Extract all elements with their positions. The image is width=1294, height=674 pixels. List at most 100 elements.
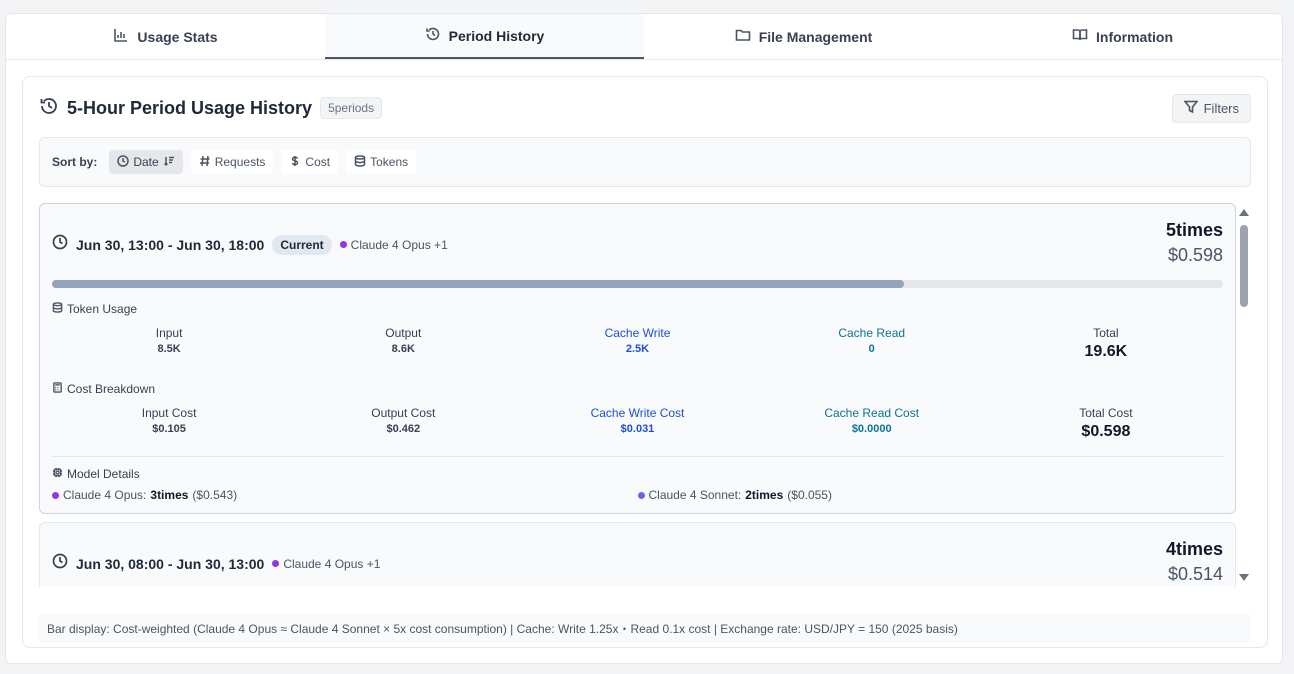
usage-bar [52, 280, 1223, 288]
total-tokens-value: 19.6K [1084, 343, 1128, 360]
input-tokens-label: Input [155, 326, 183, 340]
clock-icon [52, 234, 68, 255]
tab-label: Usage Stats [137, 28, 218, 45]
sort-cost-label: Cost [305, 155, 331, 169]
period-cost: $0.514 [1167, 564, 1223, 584]
total-cost-label: Total Cost [1079, 406, 1133, 420]
output-tokens-label: Output [385, 326, 422, 340]
period-summary: 4times $0.514 [1166, 539, 1223, 585]
sort-tokens-button[interactable]: Tokens [346, 150, 417, 174]
cache-write-cost-cell: Cache Write Cost $0.031 [520, 406, 754, 441]
tab-information[interactable]: Information [963, 14, 1282, 59]
cache-read-tokens-value: 0 [868, 343, 875, 355]
cache-write-tokens-value: 2.5K [625, 343, 650, 355]
token-usage-grid: Input 8.5K Output 8.6K Cache Write 2.5K … [52, 326, 1223, 361]
history-card: 5-Hour Period Usage History 5periods Fil… [22, 76, 1268, 648]
sort-requests-label: Requests [214, 155, 266, 169]
book-icon [1072, 27, 1088, 46]
model-cost: ($0.543) [192, 488, 238, 502]
cache-write-tokens-label: Cache Write [604, 326, 671, 340]
model-name: Claude 4 Sonnet: [648, 488, 742, 502]
divider [52, 456, 1223, 457]
sort-cost-button[interactable]: Cost [281, 150, 339, 174]
history-icon [39, 96, 59, 121]
model-tag: Claude 4 Opus +1 [339, 237, 448, 252]
input-cost-label: Input Cost [141, 406, 197, 420]
sort-date-label: Date [133, 155, 159, 169]
scroll-up-icon[interactable] [1239, 209, 1249, 216]
scroll-down-icon[interactable] [1239, 574, 1249, 581]
sort-bar: Sort by: Date Requests Cost Tokens [39, 137, 1251, 187]
output-tokens-value: 8.6K [391, 343, 415, 355]
filter-icon [1182, 100, 1199, 117]
tab-period-history[interactable]: Period History [325, 14, 644, 59]
token-usage-label: Token Usage [67, 302, 138, 316]
period-times: 4times [1165, 539, 1223, 559]
scrollbar[interactable] [1238, 203, 1250, 587]
model-times: 3times [150, 488, 189, 502]
filters-button[interactable]: Filters [1171, 93, 1251, 123]
input-cost-cell: Input Cost $0.105 [52, 406, 286, 441]
bar-chart-icon [113, 27, 129, 46]
current-badge: Current [272, 234, 332, 255]
tab-usage-stats[interactable]: Usage Stats [6, 14, 325, 59]
period-list[interactable]: Jun 30, 13:00 - Jun 30, 18:00 Current Cl… [39, 203, 1251, 587]
sort-requests-button[interactable]: Requests [190, 150, 274, 174]
tab-label: Period History [448, 27, 545, 44]
calculator-icon [52, 382, 63, 396]
usage-bar-fill [52, 280, 905, 288]
cache-read-cost-label: Cache Read Cost [824, 406, 920, 420]
model-item-sonnet: Claude 4 Sonnet: 2times ($0.055) [637, 488, 1224, 502]
cache-read-cost-value: $0.0000 [851, 423, 892, 435]
history-icon [425, 26, 441, 45]
tab-file-management[interactable]: File Management [644, 14, 963, 59]
database-icon [354, 154, 366, 170]
opus-dot-icon [339, 241, 347, 248]
folder-icon [735, 27, 751, 46]
sort-date-button[interactable]: Date [109, 150, 183, 174]
tab-label: Information [1096, 28, 1173, 45]
cost-breakdown-title: Cost Breakdown [52, 382, 155, 396]
cache-write-tokens-cell: Cache Write 2.5K [520, 326, 754, 361]
input-cost-value: $0.105 [152, 423, 186, 435]
card-header: 5-Hour Period Usage History 5periods Fil… [39, 93, 1251, 123]
total-cost-cell: Total Cost $0.598 [989, 406, 1223, 441]
footer-note: Bar display: Cost-weighted (Claude 4 Opu… [39, 613, 1251, 643]
output-cost-cell: Output Cost $0.462 [286, 406, 520, 441]
tab-label: File Management [758, 28, 873, 45]
database-icon [52, 302, 63, 316]
period-card[interactable]: Jun 30, 08:00 - Jun 30, 13:00 Claude 4 O… [39, 522, 1236, 587]
tab-bar: Usage Stats Period History File Manageme… [6, 14, 1282, 60]
input-tokens-cell: Input 8.5K [52, 326, 286, 361]
cache-write-cost-label: Cache Write Cost [590, 406, 685, 420]
period-card[interactable]: Jun 30, 13:00 - Jun 30, 18:00 Current Cl… [39, 203, 1236, 514]
period-times: 5times [1165, 220, 1223, 240]
total-cost-value: $0.598 [1081, 423, 1131, 440]
opus-dot-icon [52, 491, 59, 499]
period-range: Jun 30, 08:00 - Jun 30, 13:00 [76, 555, 265, 572]
clock-icon [117, 154, 130, 170]
total-tokens-cell: Total 19.6K [989, 326, 1223, 361]
hash-icon [199, 155, 211, 170]
cost-breakdown-grid: Input Cost $0.105 Output Cost $0.462 Cac… [52, 406, 1223, 441]
model-details-row: Claude 4 Opus: 3times ($0.543) Claude 4 … [52, 488, 1223, 502]
model-details-title: Model Details [52, 467, 140, 481]
cache-read-cost-cell: Cache Read Cost $0.0000 [755, 406, 989, 441]
model-tag-label: Claude 4 Opus +1 [350, 237, 448, 252]
model-name: Claude 4 Opus: [63, 488, 147, 502]
model-times: 2times [745, 488, 784, 502]
period-count-badge: 5periods [320, 97, 383, 119]
cache-write-cost-value: $0.031 [620, 423, 655, 435]
model-tag: Claude 4 Opus +1 [272, 557, 380, 571]
token-usage-title: Token Usage [52, 302, 137, 316]
sonnet-dot-icon [637, 491, 645, 499]
model-details-label: Model Details [67, 467, 140, 481]
period-summary: 5times $0.598 [1166, 220, 1223, 266]
period-cost: $0.598 [1167, 245, 1223, 265]
model-cost: ($0.055) [787, 488, 832, 502]
model-tag-label: Claude 4 Opus +1 [283, 556, 381, 571]
output-cost-label: Output Cost [371, 406, 436, 420]
model-item-opus: Claude 4 Opus: 3times ($0.543) [52, 488, 638, 502]
scrollbar-thumb[interactable] [1240, 225, 1248, 307]
period-header: Jun 30, 13:00 - Jun 30, 18:00 Current Cl… [52, 234, 448, 255]
